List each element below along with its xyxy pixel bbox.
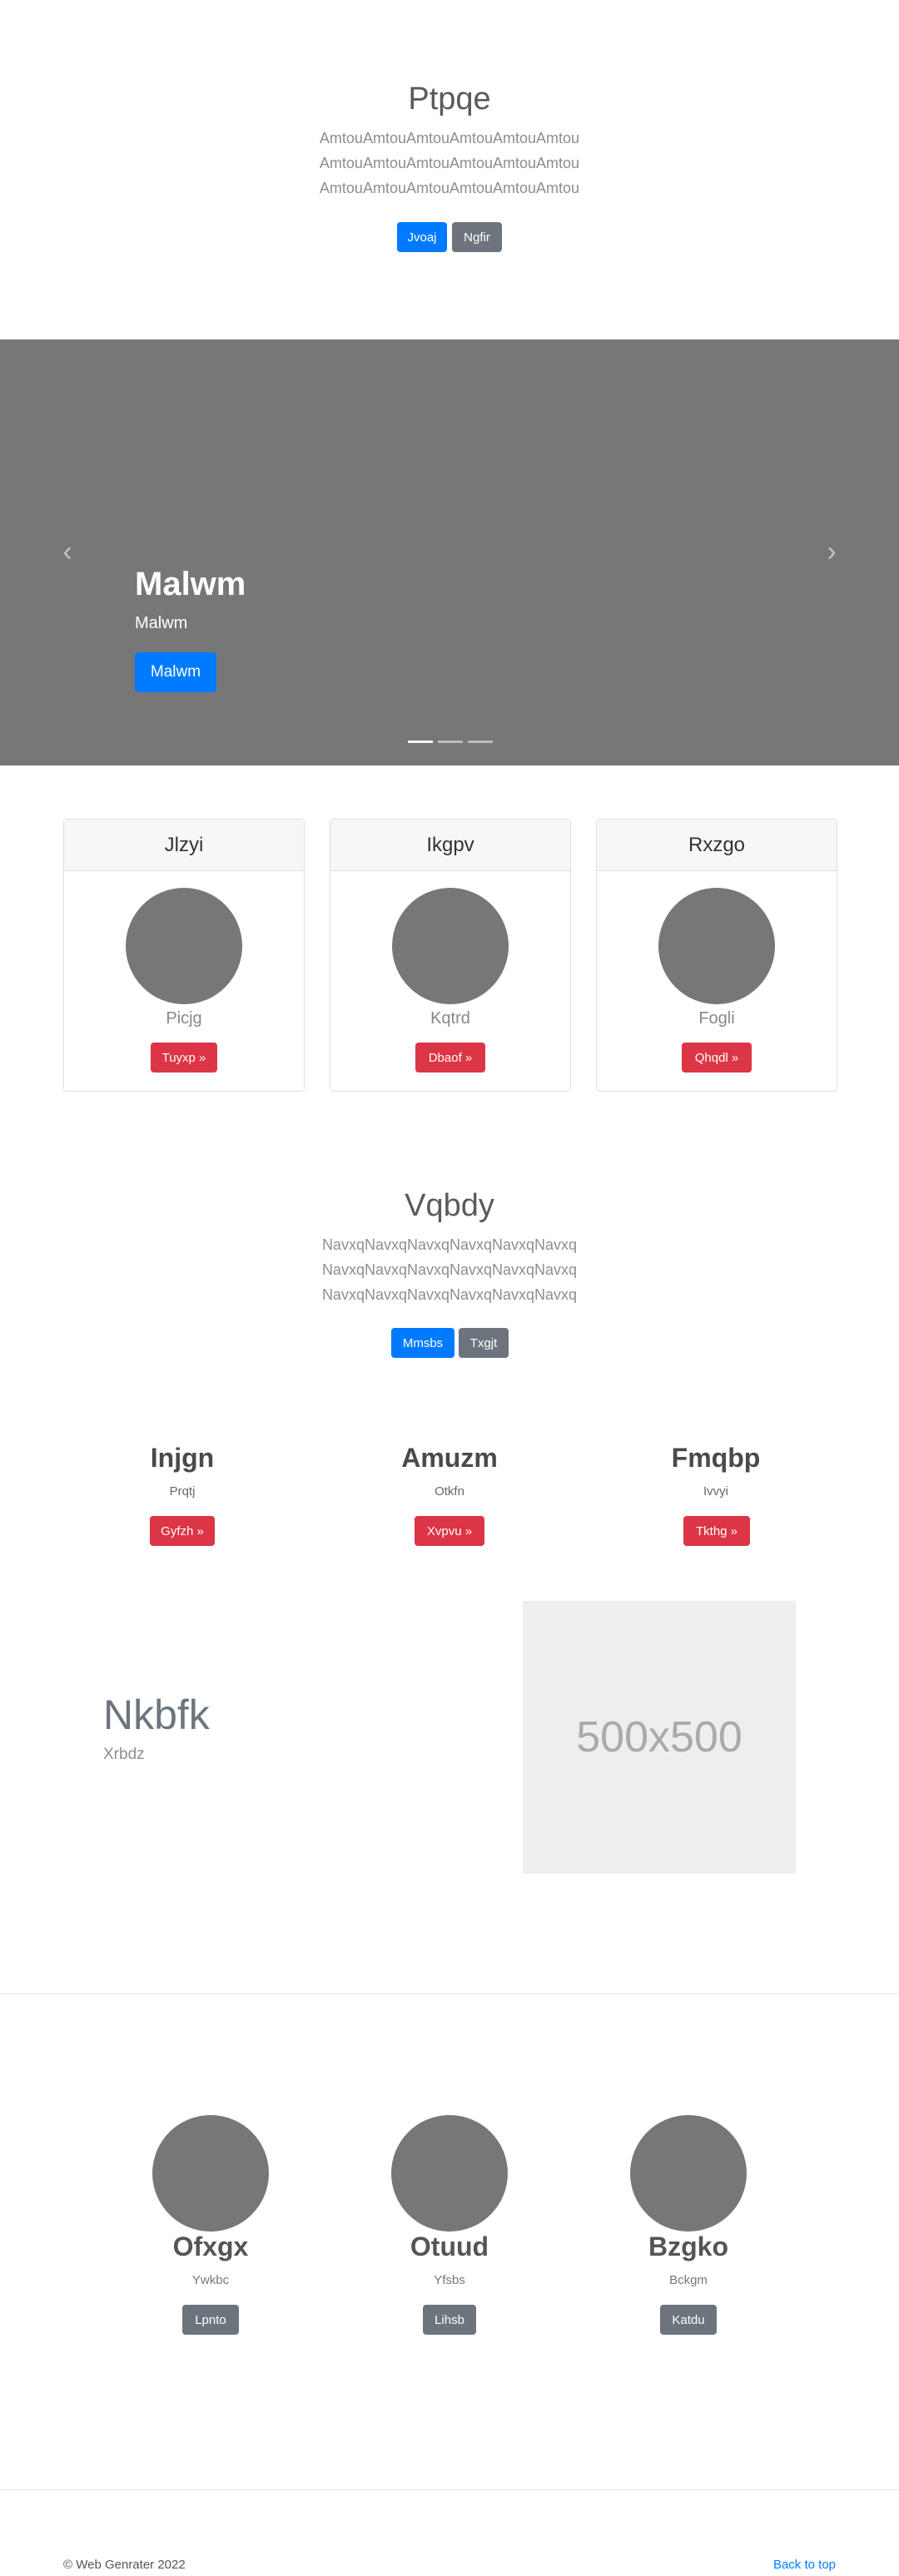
team-avatar — [630, 2115, 747, 2232]
card-avatar — [392, 888, 509, 1004]
carousel-next-icon[interactable]: › — [819, 537, 844, 566]
footer-divider — [0, 2489, 899, 2490]
section-secondary-button[interactable]: Txgjt — [459, 1328, 509, 1358]
carousel-indicators — [408, 741, 493, 743]
section-text-line: NavxqNavxqNavxqNavxqNavxqNavxq — [321, 1261, 578, 1278]
card-name: Kqtrd — [430, 1009, 470, 1028]
footer-copyright: © Web Genrater 2022 — [63, 2558, 186, 2572]
section-primary-button[interactable]: Mmsbs — [391, 1328, 454, 1358]
team-name: Ofxgx — [172, 2232, 249, 2261]
card-button[interactable]: Tuyxp » — [151, 1043, 217, 1073]
card-avatar — [658, 888, 775, 1004]
feature-subtitle: Ivvyi — [703, 1484, 728, 1499]
carousel-caption-title: Malwm — [135, 566, 246, 602]
carousel-indicator-3[interactable] — [468, 741, 493, 743]
hero-title: Ptpqe — [408, 82, 491, 116]
profile-card: Ikgpv Kqtrd Dbaof » — [330, 819, 571, 1092]
section-text-line: NavxqNavxqNavxqNavxqNavxqNavxq — [321, 1236, 578, 1253]
feature-title: Amuzm — [401, 1443, 498, 1473]
card-avatar — [126, 888, 242, 1004]
feature-subtitle: Otkfn — [435, 1484, 464, 1499]
card-name: Fogli — [698, 1009, 735, 1028]
hero-text-line: AmtouAmtouAmtouAmtouAmtouAmtou — [319, 180, 580, 196]
carousel-prev-icon[interactable]: ‹ — [55, 537, 80, 566]
back-to-top-link[interactable]: Back to top — [773, 2558, 836, 2572]
team-role: Bckgm — [669, 2273, 708, 2287]
section-title: Vqbdy — [405, 1188, 494, 1223]
profile-card: Rxzgo Fogli Qhqdl » — [596, 819, 837, 1092]
card-name: Picjg — [166, 1009, 202, 1028]
team-button[interactable]: Lpnto — [182, 2305, 239, 2335]
carousel-caption-text: Malwm — [135, 614, 188, 632]
team-button[interactable]: Lihsb — [423, 2305, 476, 2335]
team-avatar — [391, 2115, 508, 2232]
team-name: Otuud — [410, 2232, 489, 2261]
hero-secondary-button[interactable]: Ngfir — [452, 222, 502, 252]
hero-text-line: AmtouAmtouAmtouAmtouAmtouAmtou — [319, 155, 580, 171]
carousel: ‹ › Malwm Malwm Malwm — [0, 339, 899, 765]
team-avatar — [152, 2115, 269, 2232]
feature-button[interactable]: Xvpvu » — [415, 1516, 484, 1546]
profile-card: Jlzyi Picjg Tuyxp » — [63, 819, 305, 1092]
feature-title: Fmqbp — [671, 1443, 761, 1473]
section-text-line: NavxqNavxqNavxqNavxqNavxqNavxq — [321, 1286, 578, 1303]
carousel-indicator-2[interactable] — [438, 741, 463, 743]
feature-title: Injgn — [150, 1443, 215, 1473]
card-header: Rxzgo — [597, 820, 837, 871]
team-role: Ywkbc — [191, 2273, 230, 2287]
hero-primary-button[interactable]: Jvoaj — [397, 222, 447, 252]
feature-button[interactable]: Tkthg » — [683, 1516, 750, 1546]
team-role: Yfsbs — [434, 2273, 465, 2287]
featurette-subheading: Xrbdz — [103, 1746, 145, 1763]
hero-text-line: AmtouAmtouAmtouAmtouAmtouAmtou — [319, 130, 580, 146]
feature-subtitle: Prqtj — [169, 1484, 196, 1499]
card-button[interactable]: Qhqdl » — [682, 1043, 752, 1073]
team-button[interactable]: Katdu — [660, 2305, 717, 2335]
placeholder-image: 500x500 — [523, 1601, 796, 1874]
featurette-heading: Nkbfk — [103, 1692, 210, 1738]
card-button[interactable]: Dbaof » — [415, 1043, 485, 1073]
card-header: Ikgpv — [330, 820, 570, 871]
carousel-indicator-1[interactable] — [408, 741, 433, 743]
team-name: Bzgko — [648, 2232, 728, 2261]
carousel-caption-button[interactable]: Malwm — [135, 652, 216, 692]
feature-button[interactable]: Gyfzh » — [150, 1516, 215, 1546]
card-header: Jlzyi — [64, 820, 304, 871]
